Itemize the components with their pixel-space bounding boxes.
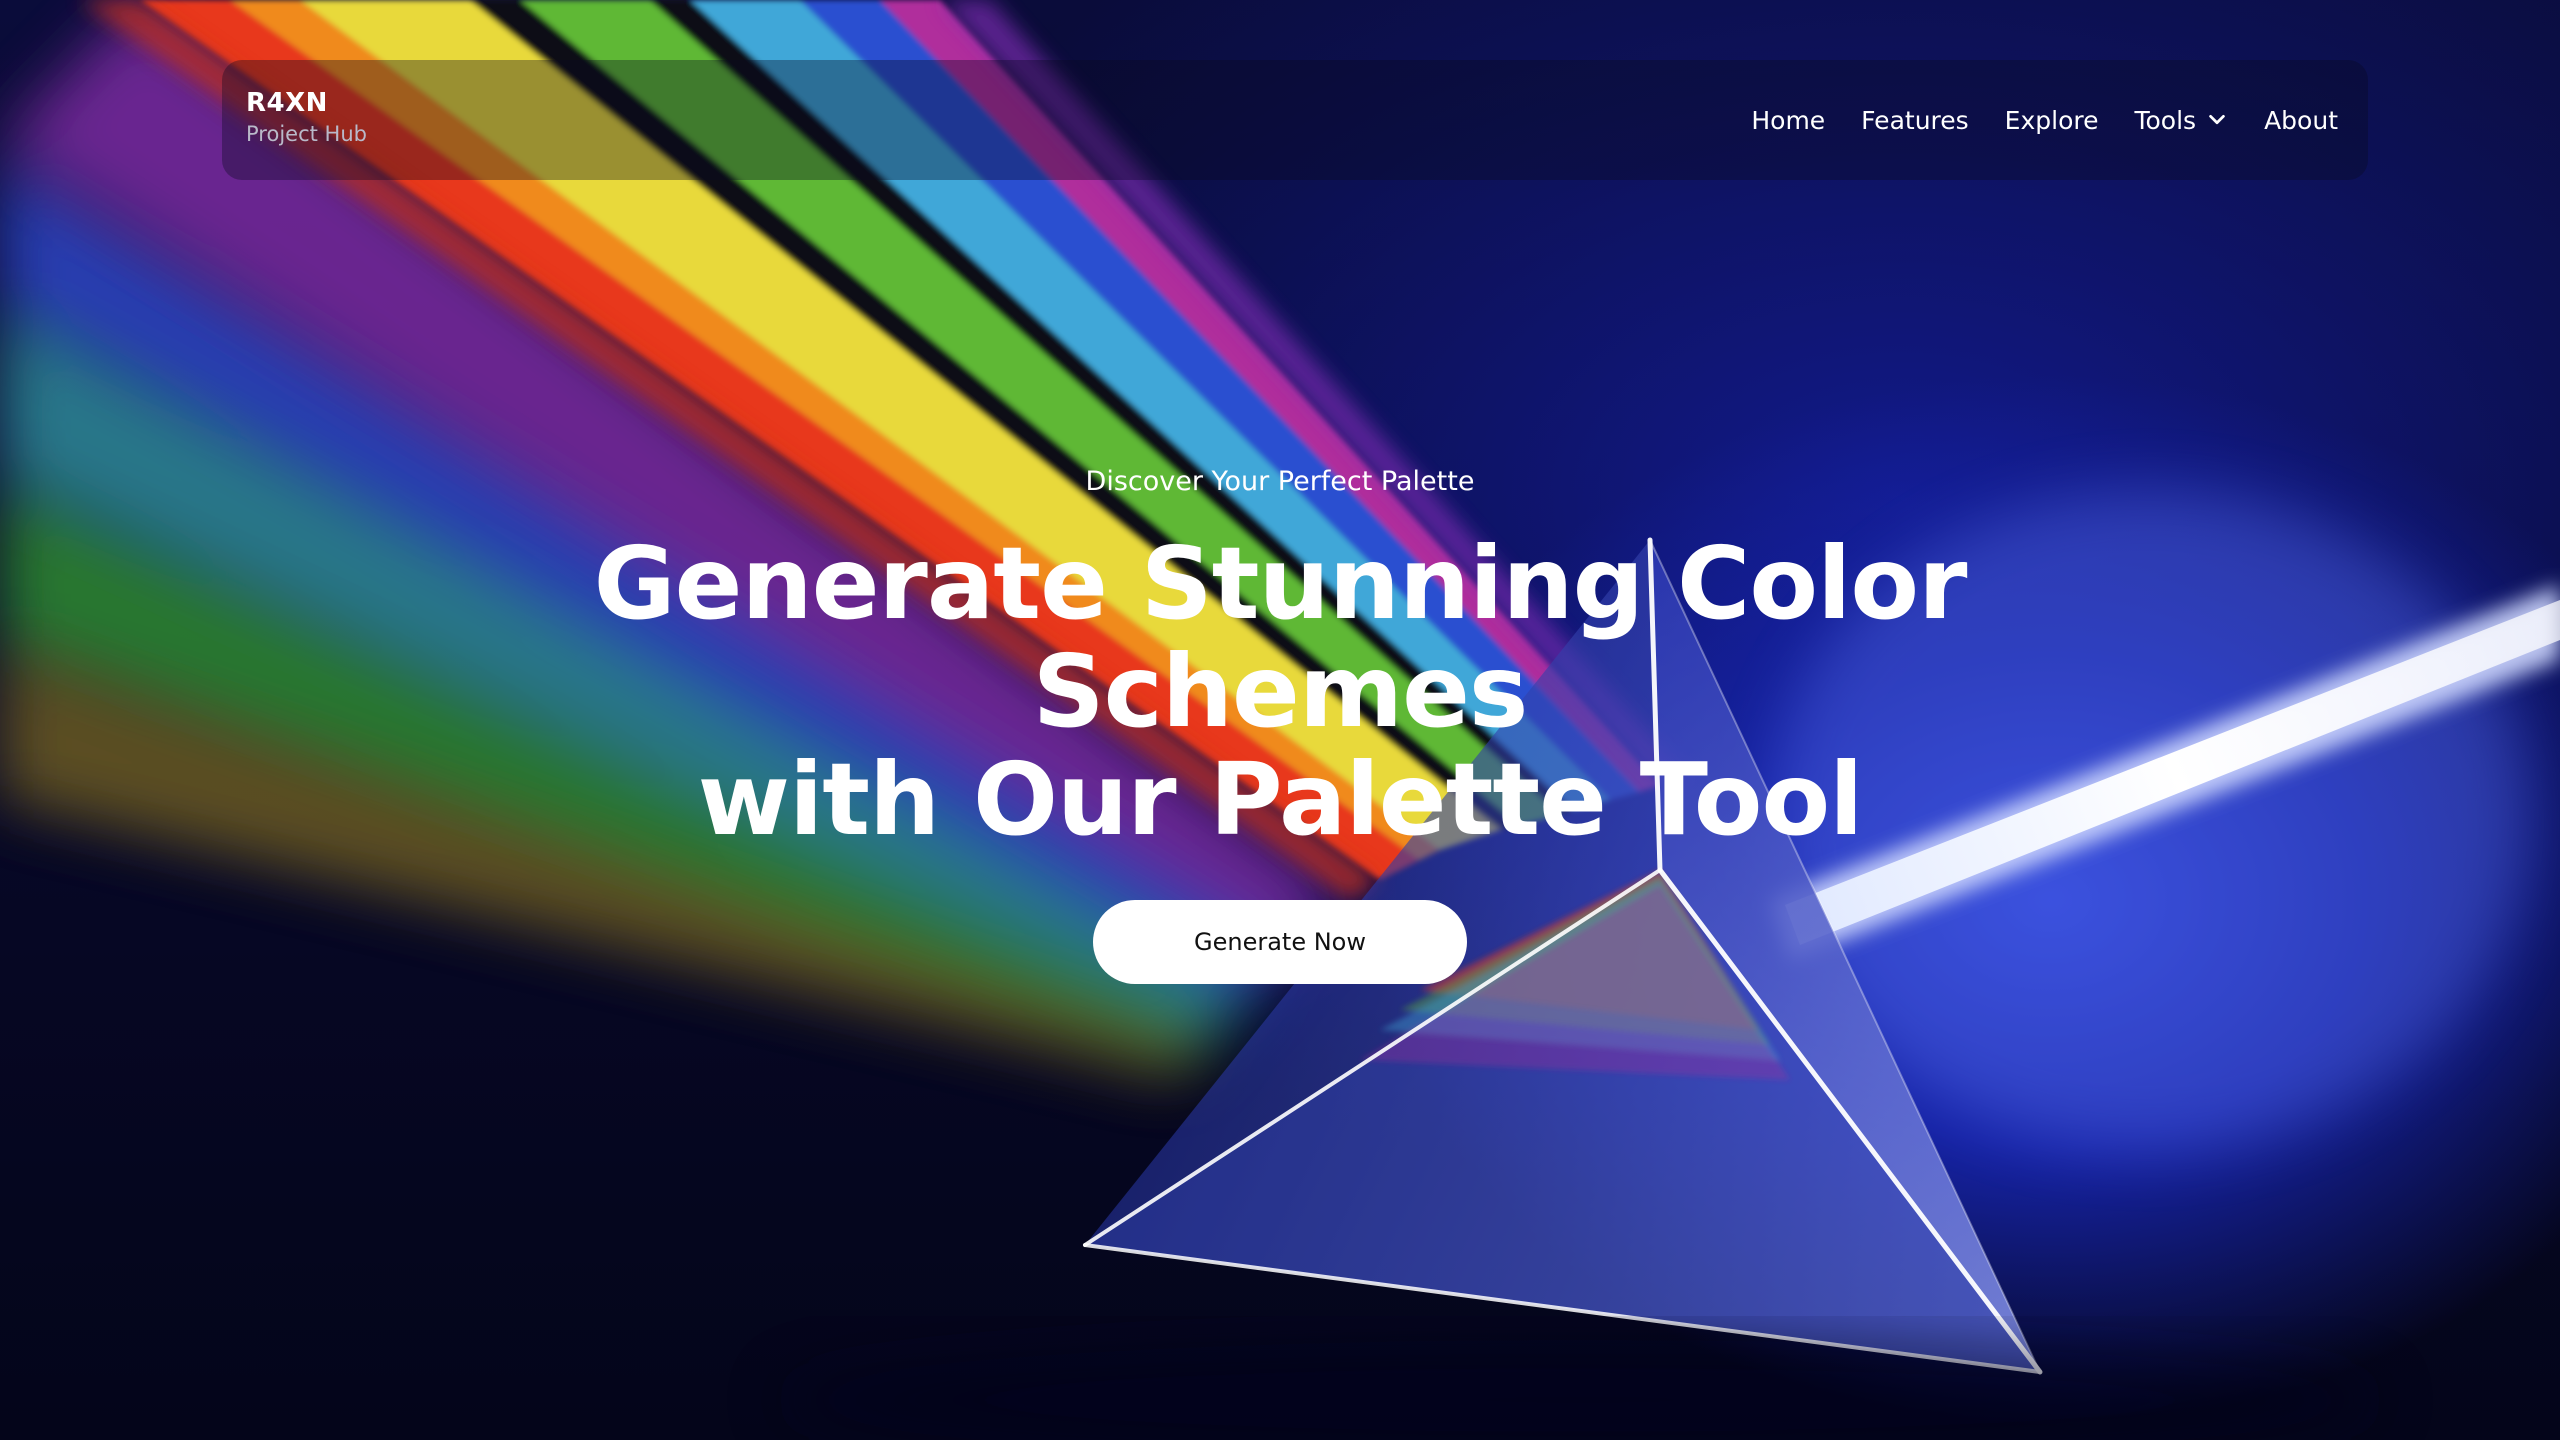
top-navbar: R4XN Project Hub Home Features Explore T… (222, 60, 2368, 180)
nav-about[interactable]: About (2264, 106, 2338, 135)
nav-features[interactable]: Features (1861, 106, 1969, 135)
nav-explore[interactable]: Explore (2005, 106, 2099, 135)
main-nav: Home Features Explore Tools About (1751, 60, 2338, 180)
brand-title: R4XN (246, 88, 328, 118)
hero-eyebrow: Discover Your Perfect Palette (1085, 466, 1475, 497)
generate-now-button[interactable]: Generate Now (1093, 900, 1467, 984)
nav-tools-dropdown[interactable]: Tools (2134, 106, 2228, 135)
hero-headline: Generate Stunning Color Schemes with Our… (530, 530, 2030, 854)
landing-page: R4XN Project Hub Home Features Explore T… (0, 0, 2560, 1440)
nav-home[interactable]: Home (1751, 106, 1825, 135)
brand-subtitle: Project Hub (246, 122, 367, 146)
brand-logo[interactable]: R4XN Project Hub (246, 88, 367, 150)
nav-about-label: About (2264, 105, 2338, 135)
nav-tools-label: Tools (2134, 105, 2197, 135)
hero-headline-line-2: with Our Palette Tool (697, 741, 1864, 858)
hero-headline-line-1: Generate Stunning Color Schemes (593, 525, 1968, 750)
nav-explore-label: Explore (2004, 105, 2099, 135)
hero-section: Discover Your Perfect Palette Generate S… (0, 462, 2560, 984)
nav-home-label: Home (1751, 105, 1826, 135)
chevron-down-icon (2209, 114, 2225, 125)
nav-features-label: Features (1861, 105, 1969, 135)
